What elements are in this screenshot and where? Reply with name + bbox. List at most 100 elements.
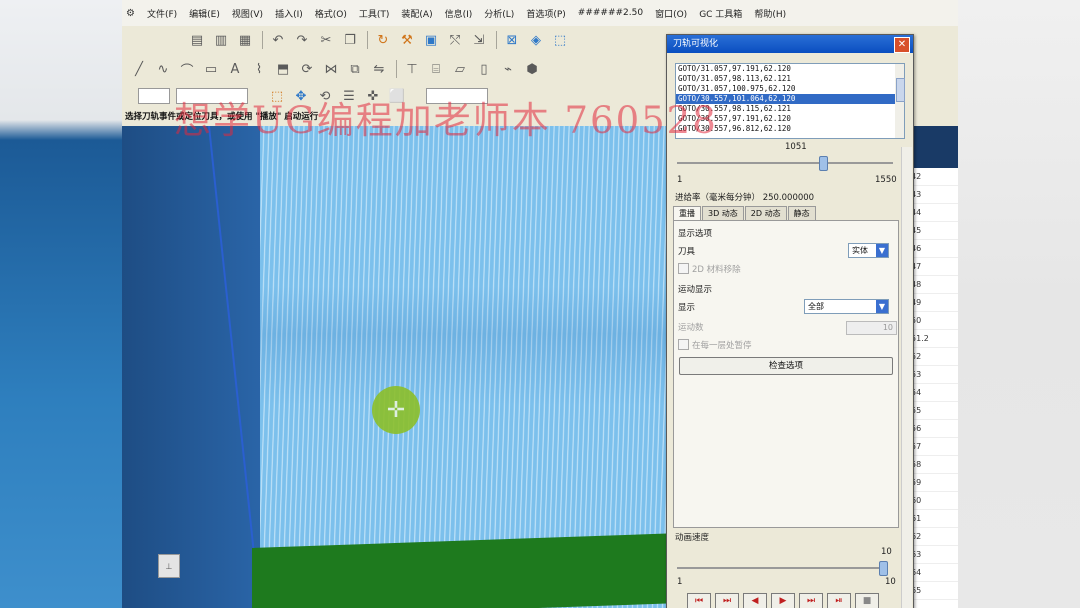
menu-extra[interactable]: ######2.50	[578, 8, 643, 18]
animation-speed-label: 动画速度	[675, 533, 710, 543]
new-file-icon[interactable]: ▤	[188, 32, 206, 48]
list-item: 47	[909, 258, 958, 276]
open-file-icon[interactable]: ▥	[212, 32, 230, 48]
feed-rate-label: 进给率（毫米每分钟） 250.000000	[675, 193, 815, 203]
pause-each-layer-checkbox[interactable]	[678, 339, 689, 350]
right-backdrop	[958, 0, 1080, 608]
view-fit-icon[interactable]: ⊠	[503, 32, 521, 48]
cut-icon[interactable]: ✂	[317, 32, 335, 48]
menu-gc-toolbox[interactable]: GC 工具箱	[699, 7, 742, 20]
toolpath-listing[interactable]: GOTO/31.057,97.191,62.120 GOTO/31.057,98…	[675, 63, 897, 139]
spline-icon[interactable]: ⌇	[250, 61, 268, 77]
text-icon[interactable]: A	[226, 61, 244, 77]
pan-icon[interactable]: ✜	[364, 88, 382, 104]
undo-icon[interactable]: ↶	[269, 32, 287, 48]
tab-3d-dynamic[interactable]: 3D 动态	[702, 206, 744, 220]
book-icon[interactable]: ▯	[475, 61, 493, 77]
tool-display-value: 实体	[852, 246, 868, 255]
mirror-icon[interactable]: ⇋	[370, 61, 388, 77]
go-to-start-icon[interactable]: ⏮	[687, 593, 711, 608]
tool-icon[interactable]: ⚒	[398, 32, 416, 48]
save-icon[interactable]: ▦	[236, 32, 254, 48]
view-iso-icon[interactable]: ◈	[527, 32, 545, 48]
position-max: 1550	[875, 175, 897, 185]
menu-window[interactable]: 窗口(O)	[655, 7, 687, 20]
copy-icon[interactable]: ❐	[341, 32, 359, 48]
material-removal-label: 2D 材料移除	[692, 265, 741, 275]
chevron-down-icon[interactable]: ▼	[876, 300, 888, 313]
arc-icon[interactable]: ⌒	[178, 61, 196, 79]
dialog-title-bar[interactable]: 刀轨可视化 ✕	[667, 35, 913, 53]
menu-preferences[interactable]: 首选项(P)	[526, 7, 565, 20]
redo-icon[interactable]: ↷	[293, 32, 311, 48]
solid-icon[interactable]: ⬢	[523, 61, 541, 77]
post-process-icon[interactable]: ⇲	[470, 32, 488, 48]
toolpath-line-selected[interactable]: GOTO/30.557,101.064,62.120	[676, 94, 896, 104]
sheet-icon[interactable]: ▱	[451, 61, 469, 77]
layer-icon[interactable]: ☰	[340, 88, 358, 104]
revolve-icon[interactable]: ⟳	[298, 61, 316, 77]
menu-file[interactable]: 文件(F)	[147, 7, 177, 20]
position-slider[interactable]	[677, 162, 893, 164]
step-back-icon[interactable]: ⏭	[715, 593, 739, 608]
go-to-end-icon[interactable]: ⏯	[827, 593, 851, 608]
animation-speed-thumb[interactable]	[879, 561, 888, 576]
scroll-thumb[interactable]	[896, 78, 905, 102]
animation-speed-slider[interactable]	[677, 567, 887, 569]
view-cube-icon[interactable]: ⬚	[551, 32, 569, 48]
close-icon[interactable]: ✕	[894, 37, 910, 53]
menu-edit[interactable]: 编辑(E)	[189, 7, 220, 20]
tool-display-select[interactable]: 实体 ▼	[848, 243, 889, 258]
toolpath-line[interactable]: GOTO/30.557,98.115,62.121	[676, 104, 896, 114]
check-options-button[interactable]: 检查选项	[679, 357, 893, 375]
filter-dropdown[interactable]	[138, 88, 170, 104]
listing-scrollbar[interactable]	[895, 63, 905, 139]
datum-icon[interactable]: ⊤	[403, 61, 421, 77]
rectangle-icon[interactable]: ▭	[202, 61, 220, 77]
tab-2d-dynamic[interactable]: 2D 动态	[744, 206, 787, 220]
toolpath-line[interactable]: GOTO/30.557,96.812,62.120	[676, 124, 896, 134]
toolpath-line[interactable]: GOTO/31.057,98.113,62.121	[676, 74, 896, 84]
menu-view[interactable]: 视图(V)	[232, 7, 263, 20]
extrude-icon[interactable]: ⬒	[274, 61, 292, 77]
motion-display-select[interactable]: 全部 ▼	[804, 299, 889, 314]
tab-replay[interactable]: 重播	[673, 206, 701, 220]
measure-icon[interactable]: ⌁	[499, 61, 517, 77]
curve-icon[interactable]: ∿	[154, 61, 172, 77]
view-dropdown[interactable]	[426, 88, 488, 104]
offset-icon[interactable]: ⧉	[346, 61, 364, 77]
verify-icon[interactable]: ⤲	[446, 32, 464, 48]
select-icon[interactable]: ⬚	[268, 88, 286, 104]
chevron-down-icon[interactable]: ▼	[876, 244, 888, 257]
scope-dropdown[interactable]	[176, 88, 248, 104]
snap-icon[interactable]: ✥	[292, 88, 310, 104]
menu-help[interactable]: 帮助(H)	[754, 7, 786, 20]
surface-icon[interactable]: ⌸	[427, 61, 445, 77]
generate-toolpath-icon[interactable]: ▣	[422, 32, 440, 48]
material-removal-checkbox[interactable]	[678, 263, 689, 274]
dialog-scrollbar[interactable]	[901, 147, 912, 608]
step-forward-icon[interactable]: ⏭	[799, 593, 823, 608]
box-select-icon[interactable]: ⬜	[388, 88, 406, 104]
menu-insert[interactable]: 插入(I)	[275, 7, 303, 20]
menu-format[interactable]: 格式(O)	[315, 7, 347, 20]
menu-assembly[interactable]: 装配(A)	[401, 7, 432, 20]
line-icon[interactable]: ╱	[130, 61, 148, 77]
play-reverse-icon[interactable]: ◀	[743, 593, 767, 608]
orient-icon[interactable]: ⟲	[316, 88, 334, 104]
refresh-icon[interactable]: ↻	[374, 32, 392, 48]
tab-static[interactable]: 静态	[787, 206, 816, 220]
speed-min: 1	[677, 577, 683, 587]
menu-info[interactable]: 信息(I)	[445, 7, 473, 20]
play-icon[interactable]: ▶	[771, 593, 795, 608]
toolpath-line[interactable]: GOTO/31.057,97.191,62.120	[676, 64, 896, 74]
motion-count-field[interactable]: 10	[846, 321, 897, 335]
toolpath-line[interactable]: GOTO/31.057,100.975,62.120	[676, 84, 896, 94]
position-slider-thumb[interactable]	[819, 156, 829, 171]
toolpath-line[interactable]: GOTO/30.557,97.191,62.120	[676, 114, 896, 124]
trim-icon[interactable]: ⋈	[322, 61, 340, 77]
menu-tools[interactable]: 工具(T)	[359, 7, 390, 20]
stop-icon[interactable]: ■	[855, 593, 879, 608]
motion-display-value: 全部	[808, 302, 824, 311]
menu-analysis[interactable]: 分析(L)	[484, 7, 514, 20]
